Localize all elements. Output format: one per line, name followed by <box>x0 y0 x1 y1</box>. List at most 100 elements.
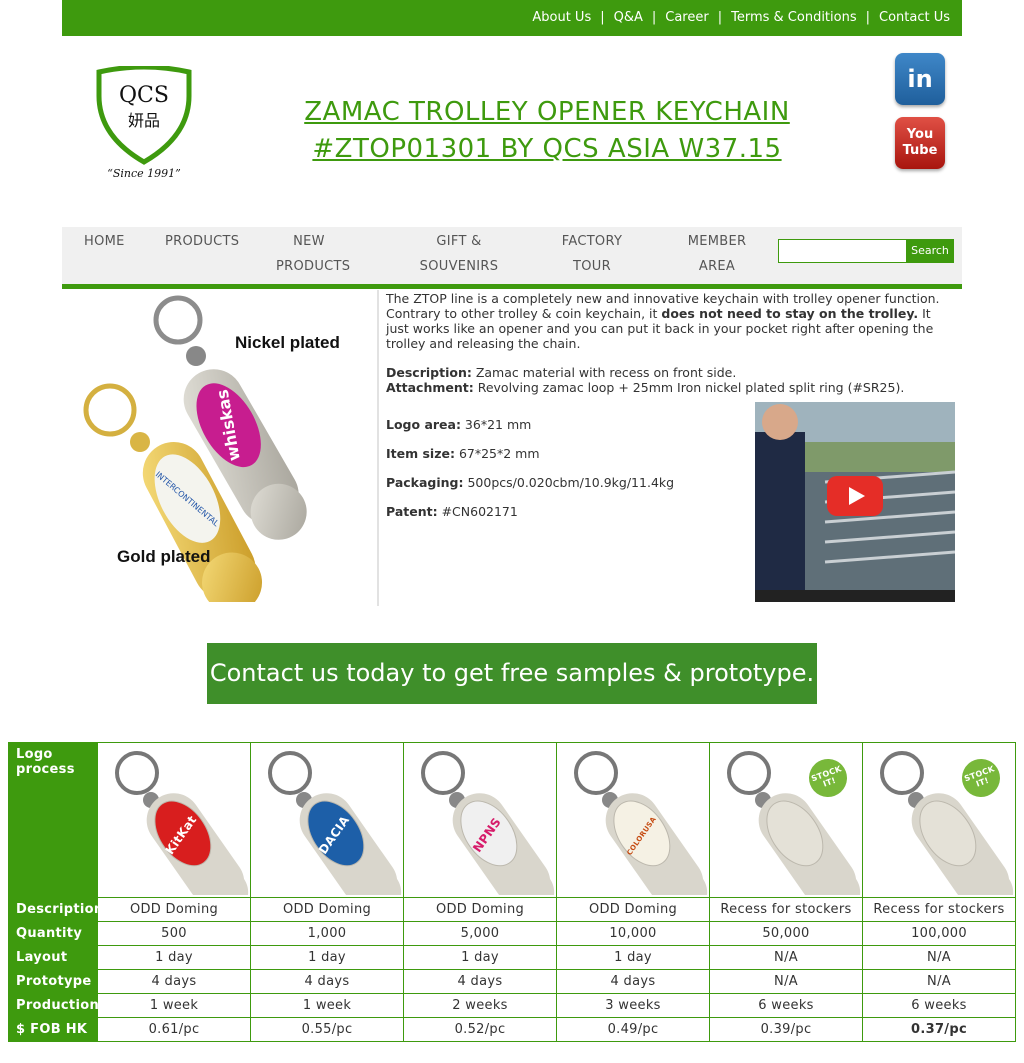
attachment-label: Attachment: <box>386 380 474 395</box>
table-cell-prototype: N/A <box>862 969 1016 994</box>
career-link[interactable]: Career <box>665 10 708 25</box>
product-image: whiskas INTERCONTINENTAL Nickel plated G… <box>68 290 374 613</box>
table-cell-layout: 1 day <box>250 945 404 970</box>
table-cell-description: Recess for stockers <box>862 897 1016 922</box>
svg-text:妍品: 妍品 <box>128 111 160 130</box>
spec-packaging: Packaging: 500pcs/0.020cbm/10.9kg/11.4kg <box>386 475 674 490</box>
nav-factory-tour[interactable]: FACTORY TOUR <box>559 229 625 279</box>
table-cell-fob: 0.61/pc <box>97 1017 251 1042</box>
separator: | <box>651 10 657 25</box>
product-video[interactable] <box>755 402 955 602</box>
main-nav: HOME PRODUCTS NEW PRODUCTS GIFT & SOUVENIR… <box>62 227 962 289</box>
spec-logo-area: Logo area: 36*21 mm <box>386 417 531 432</box>
table-cell-quantity: 10,000 <box>556 921 710 946</box>
keychain-sample-image: NPNS <box>405 745 555 917</box>
table-row: Production 1 week 1 week 2 weeks 3 weeks 6 w… <box>8 993 1016 1018</box>
table-cell-description: ODD Doming <box>556 897 710 922</box>
product-description: The ZTOP line is a completely new and in… <box>386 291 952 409</box>
contact-us-link[interactable]: Contact Us <box>879 10 950 25</box>
spec-label: Logo area: <box>386 417 461 432</box>
intro-paragraph: The ZTOP line is a completely new and in… <box>386 291 952 351</box>
table-cell-fob: 0.37/pc <box>862 1017 1016 1042</box>
table-cell-fob: 0.39/pc <box>709 1017 863 1042</box>
nav-gift-souvenirs[interactable]: GIFT & SOUVENIRS <box>409 229 509 279</box>
table-row: Logo process KitKat DACIA NPNS COLORUSA STOC… <box>8 742 1016 917</box>
keychain-sample-image: STOCK IT! <box>864 745 1014 917</box>
nav-new-products[interactable]: NEW PRODUCTS <box>276 229 350 279</box>
description-label: Description: <box>386 365 472 380</box>
play-button-icon[interactable] <box>827 476 883 516</box>
table-cell-quantity: 5,000 <box>403 921 557 946</box>
play-triangle-icon <box>849 487 865 505</box>
table-cell-description: Recess for stockers <box>709 897 863 922</box>
about-us-link[interactable]: About Us <box>532 10 591 25</box>
linkedin-text: in <box>907 65 933 93</box>
free-samples-cta-button[interactable]: Contact us today to get free samples & p… <box>207 643 817 704</box>
keychain-sample-cell: COLORUSA <box>556 742 710 917</box>
terms-link[interactable]: Terms & Conditions <box>731 10 857 25</box>
keychain-icon: KitKat <box>115 751 249 917</box>
table-cell-production: 2 weeks <box>403 993 557 1018</box>
nav-home[interactable]: HOME <box>84 229 125 254</box>
youtube-text-1: You <box>906 127 934 142</box>
keychain-icon: COLORUSA <box>574 751 708 917</box>
table-cell-prototype: 4 days <box>403 969 557 994</box>
table-cell-description: ODD Doming <box>403 897 557 922</box>
spec-patent: Patent: #CN602171 <box>386 504 518 519</box>
description-value: Zamac material with recess on front side… <box>471 365 737 380</box>
linkedin-icon[interactable]: in <box>895 53 945 105</box>
keychain-sample-image: DACIA <box>252 745 402 917</box>
svg-text:QCS: QCS <box>119 83 169 108</box>
spec-value: #CN602171 <box>437 504 518 519</box>
table-row: Prototype 4 days 4 days 4 days 4 days N/A N/A <box>8 969 1016 994</box>
keychain-sample-cell: NPNS <box>403 742 557 917</box>
table-row: Layout 1 day 1 day 1 day 1 day N/A N/A <box>8 945 1016 970</box>
keychain-sample-image: KitKat <box>99 745 249 917</box>
search-button[interactable]: Search <box>906 239 954 263</box>
table-cell-prototype: 4 days <box>97 969 251 994</box>
qa-link[interactable]: Q&A <box>614 10 643 25</box>
table-cell-layout: N/A <box>709 945 863 970</box>
table-cell-quantity: 100,000 <box>862 921 1016 946</box>
qcs-logo[interactable]: QCS 妍品 “Since 1991” <box>96 64 192 182</box>
table-cell-prototype: 4 days <box>250 969 404 994</box>
table-cell-prototype: N/A <box>709 969 863 994</box>
table-cell-quantity: 500 <box>97 921 251 946</box>
intro-bold: does not need to stay on the trolley. <box>661 306 919 321</box>
table-cell-layout: 1 day <box>556 945 710 970</box>
keychain-icon: NPNS <box>421 751 555 917</box>
youtube-icon[interactable]: You Tube <box>895 117 945 169</box>
row-label-fob: $ FOB HK <box>8 1017 98 1042</box>
table-cell-production: 1 week <box>250 993 404 1018</box>
table-cell-production: 3 weeks <box>556 993 710 1018</box>
nav-member-2: AREA <box>698 259 736 274</box>
shield-logo-icon: QCS 妍品 “Since 1991” <box>96 64 192 180</box>
table-cell-quantity: 50,000 <box>709 921 863 946</box>
attachment-value: Revolving zamac loop + 25mm Iron nickel … <box>473 380 905 395</box>
keychain-sample-image: COLORUSA <box>558 745 708 917</box>
nav-factory-1: FACTORY <box>561 234 623 249</box>
table-cell-prototype: 4 days <box>556 969 710 994</box>
price-table: Logo process KitKat DACIA NPNS COLORUSA STOC… <box>8 742 1016 1042</box>
row-label-prototype: Prototype <box>8 969 98 994</box>
nav-member-area[interactable]: MEMBER AREA <box>684 229 750 279</box>
nav-member-1: MEMBER <box>687 234 747 249</box>
row-label-production: Production <box>8 993 99 1018</box>
table-cell-description: ODD Doming <box>250 897 404 922</box>
table-row: $ FOB HK 0.61/pc 0.55/pc 0.52/pc 0.49/pc 0.3… <box>8 1017 1016 1042</box>
separator: | <box>865 10 870 25</box>
keychain-sample-cell: STOCK IT! <box>709 742 863 917</box>
keychain-sample-image: STOCK IT! <box>711 745 861 917</box>
separator: | <box>717 10 723 25</box>
title-line-1[interactable]: ZAMAC TROLLEY OPENER KEYCHAIN <box>304 97 790 127</box>
nav-gift-1: GIFT & <box>436 234 482 249</box>
table-cell-quantity: 1,000 <box>250 921 404 946</box>
search-input[interactable] <box>778 239 908 263</box>
title-line-2[interactable]: #ZTOP01301 BY QCS ASIA W37.15 <box>312 134 781 164</box>
nav-products[interactable]: PRODUCTS <box>165 229 239 254</box>
table-row: Quantity 500 1,000 5,000 10,000 50,000 100,00… <box>8 921 1016 946</box>
table-cell-fob: 0.49/pc <box>556 1017 710 1042</box>
nav-new-products-2: PRODUCTS <box>276 259 351 274</box>
spec-value: 500pcs/0.020cbm/10.9kg/11.4kg <box>463 475 675 490</box>
svg-text:Gold plated: Gold plated <box>117 547 211 566</box>
